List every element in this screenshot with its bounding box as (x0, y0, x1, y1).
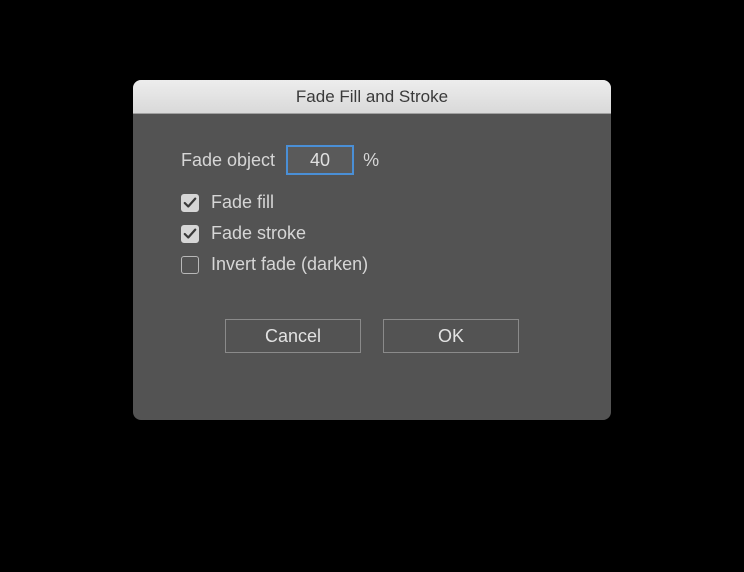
fade-stroke-checkbox[interactable] (181, 225, 199, 243)
dialog-titlebar: Fade Fill and Stroke (133, 80, 611, 114)
check-icon (183, 227, 197, 241)
fade-object-label: Fade object (181, 150, 275, 171)
dialog-buttons: Cancel OK (161, 319, 583, 353)
fade-fill-label: Fade fill (211, 192, 274, 213)
check-icon (183, 196, 197, 210)
fade-object-input-wrap (287, 146, 353, 174)
ok-button[interactable]: OK (383, 319, 519, 353)
percent-label: % (363, 150, 379, 171)
fade-stroke-row: Fade stroke (181, 223, 583, 244)
invert-fade-checkbox[interactable] (181, 256, 199, 274)
fade-object-input[interactable] (287, 146, 353, 174)
dialog-content: Fade object % Fade fill Fade stroke Inve… (133, 114, 611, 373)
invert-fade-row: Invert fade (darken) (181, 254, 583, 275)
fade-dialog: Fade Fill and Stroke Fade object % Fade … (133, 80, 611, 420)
fade-fill-row: Fade fill (181, 192, 583, 213)
fade-object-row: Fade object % (181, 146, 583, 174)
fade-stroke-label: Fade stroke (211, 223, 306, 244)
cancel-button[interactable]: Cancel (225, 319, 361, 353)
fade-fill-checkbox[interactable] (181, 194, 199, 212)
invert-fade-label: Invert fade (darken) (211, 254, 368, 275)
dialog-title: Fade Fill and Stroke (296, 87, 448, 107)
